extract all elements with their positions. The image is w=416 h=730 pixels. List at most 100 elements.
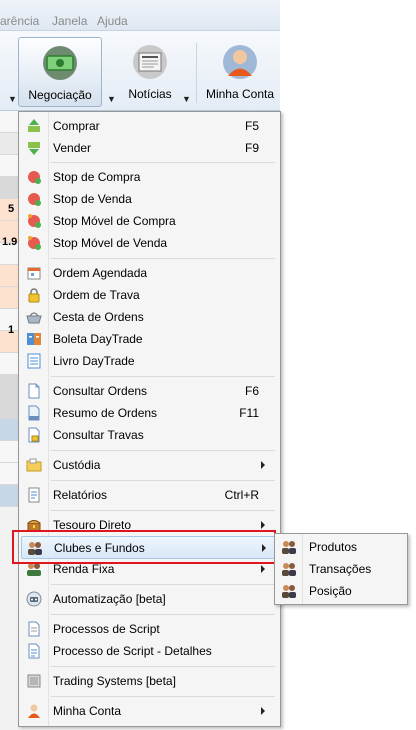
menu-item-stop-movel-de-compra[interactable]: Stop Móvel de Compra [21, 210, 277, 231]
menu-item-resumo-de-ordens[interactable]: Resumo de Ordens F11 [21, 402, 277, 423]
menu-separator [51, 510, 275, 511]
summary-document-icon [28, 405, 40, 421]
menu-item-consultar-travas[interactable]: Consultar Travas [21, 424, 277, 445]
menu-janela[interactable]: Janela [52, 14, 87, 28]
menu-item-minha-conta[interactable]: Minha Conta [21, 700, 277, 721]
menu-item-custodia[interactable]: Custódia [21, 454, 277, 475]
menu-item-label: Processo de Script - Detalhes [53, 644, 212, 658]
menu-item-relatorios[interactable]: Relatórios Ctrl+R [21, 484, 277, 505]
menu-item-stop-movel-de-venda[interactable]: Stop Móvel de Venda [21, 232, 277, 253]
user-icon [223, 45, 257, 79]
menu-item-label: Livro DayTrade [53, 354, 135, 368]
menu-item-label: Automatização [beta] [53, 592, 166, 606]
grid-row [0, 111, 20, 133]
newspaper-icon [133, 45, 167, 79]
grid-row [0, 287, 20, 309]
menu-item-label: Comprar [53, 119, 100, 133]
submenu-item-produtos[interactable]: Produtos [277, 536, 405, 557]
group-icon [282, 541, 296, 554]
menu-separator [51, 450, 275, 451]
menu-item-label: Consultar Travas [53, 428, 144, 442]
menu-item-label: Relatórios [53, 488, 108, 502]
minha-conta-button[interactable]: Minha Conta [200, 37, 280, 105]
stop-buy-icon [28, 171, 41, 184]
menu-shortcut: F6 [244, 384, 259, 398]
menu-aparencia[interactable]: arência [0, 14, 39, 28]
menu-item-stop-de-compra[interactable]: Stop de Compra [21, 166, 277, 187]
submenu-arrow-icon [261, 565, 265, 573]
menu-item-trading-systems[interactable]: Trading Systems [beta] [21, 670, 277, 691]
grid-row [0, 485, 20, 507]
menu-shortcut: F9 [244, 141, 259, 155]
minha-conta-label: Minha Conta [205, 87, 275, 101]
script-icon [28, 621, 40, 637]
menu-item-label: Renda Fixa [53, 562, 115, 576]
menu-item-label: Stop de Venda [53, 192, 132, 206]
menu-item-ordem-de-trava[interactable]: Ordem de Trava [21, 284, 277, 305]
noticias-dropdown-icon[interactable]: ▼ [182, 94, 191, 104]
noticias-label: Notícias [128, 87, 172, 101]
menu-separator [51, 696, 275, 697]
menu-item-vender[interactable]: Vender F9 [21, 137, 277, 158]
menu-separator [51, 614, 275, 615]
ribbon-separator [196, 43, 197, 103]
menu-item-label: Boleta DayTrade [53, 332, 143, 346]
menu-item-livro-daytrade[interactable]: Livro DayTrade [21, 350, 277, 371]
menu-separator [51, 584, 275, 585]
menu-item-label: Consultar Ordens [53, 384, 148, 398]
menu-item-boleta-daytrade[interactable]: Boleta DayTrade [21, 328, 277, 349]
negociacao-menu: Comprar F5 Vender F9 Stop de Compra Stop… [18, 111, 281, 727]
submenu-item-label: Posição [309, 584, 352, 598]
grid-row [0, 397, 20, 419]
document-icon [28, 383, 40, 399]
folder-icon [26, 458, 42, 472]
calendar-icon [27, 267, 41, 280]
grid-row [0, 177, 20, 199]
menu-item-consultar-ordens[interactable]: Consultar Ordens F6 [21, 380, 277, 401]
group-icon [282, 563, 296, 576]
background-grid: 5 1.9 1 [0, 111, 20, 730]
dropdown-arrow-icon[interactable]: ▼ [8, 94, 17, 104]
lock-icon [28, 288, 40, 303]
submenu-item-transacoes[interactable]: Transações [277, 558, 405, 579]
menu-item-label: Trading Systems [beta] [53, 674, 176, 688]
menu-item-comprar[interactable]: Comprar F5 [21, 115, 277, 136]
grid-row [0, 265, 20, 287]
noticias-button[interactable]: Notícias [120, 37, 180, 105]
menu-separator [51, 666, 275, 667]
menu-separator [51, 258, 275, 259]
menu-item-stop-de-venda[interactable]: Stop de Venda [21, 188, 277, 209]
menu-item-label: Stop de Compra [53, 170, 141, 184]
menu-item-label: Resumo de Ordens [53, 406, 158, 420]
menu-bar: arência Janela Ajuda [0, 0, 280, 31]
trailing-stop-buy-icon [28, 214, 41, 228]
grid-row [0, 155, 20, 177]
menu-item-label: Stop Móvel de Compra [53, 214, 176, 228]
user-icon [28, 704, 40, 718]
menu-item-processos-de-script[interactable]: Processos de Script [21, 618, 277, 639]
report-icon [28, 487, 40, 503]
submenu-item-posicao[interactable]: Posição [277, 580, 405, 601]
menu-separator [51, 480, 275, 481]
basket-icon [26, 312, 42, 324]
negociacao-dropdown-icon[interactable]: ▼ [107, 94, 116, 104]
menu-item-cesta-de-ordens[interactable]: Cesta de Ordens [21, 306, 277, 327]
daytrade-book-icon [27, 353, 41, 369]
menu-item-label: Ordem Agendada [53, 266, 148, 280]
grid-value: 5 [8, 203, 15, 215]
submenu-arrow-icon [261, 461, 265, 469]
submenu-arrow-icon [261, 521, 265, 529]
stop-sell-icon [28, 193, 41, 206]
menu-item-processo-de-script-detalhes[interactable]: Processo de Script - Detalhes [21, 640, 277, 661]
highlight-annotation [12, 530, 276, 564]
submenu-item-label: Produtos [309, 540, 358, 554]
grid-value: 1.9 [2, 236, 18, 248]
menu-shortcut: F11 [239, 406, 259, 420]
menu-item-automatizacao[interactable]: Automatização [beta] [21, 588, 277, 609]
menu-ajuda[interactable]: Ajuda [97, 14, 128, 28]
negociacao-label: Negociação [28, 88, 92, 102]
grid-row [0, 419, 20, 441]
negociacao-button[interactable]: Negociação [18, 37, 102, 107]
menu-item-label: Stop Móvel de Venda [53, 236, 168, 250]
menu-item-ordem-agendada[interactable]: Ordem Agendada [21, 262, 277, 283]
